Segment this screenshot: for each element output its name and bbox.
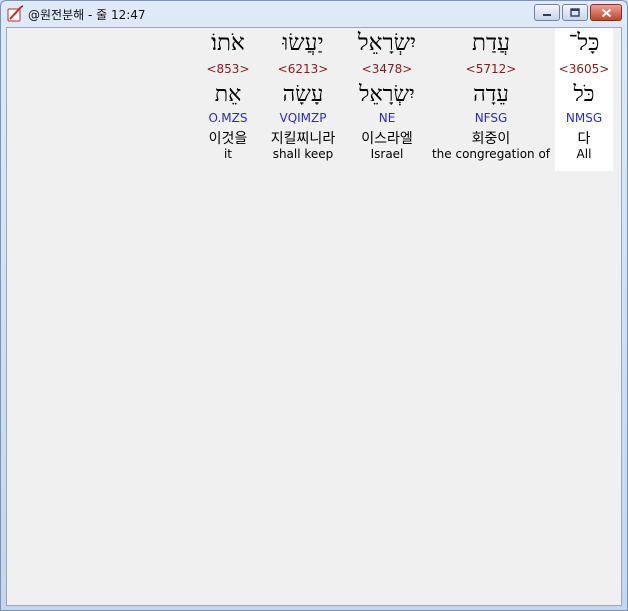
interlinear-view[interactable]: אֹתוֹ׃ <853> אֵת O.MZS 이것을 it יַעֲשׂוּ <… [6,27,622,606]
english-gloss: the congregation of [431,147,551,161]
parsing-code: O.MZS [208,111,248,125]
hebrew-word: כָּל־ [568,30,600,56]
english-gloss: shall keep [272,147,334,161]
word-column-0[interactable]: אֹתוֹ׃ <853> אֵת O.MZS 이것을 it [201,28,255,171]
close-button[interactable] [590,4,622,21]
hebrew-word: אֹתוֹ׃ [211,30,245,56]
hebrew-root: עָשָׂה [282,82,324,107]
word-column-2[interactable]: יִשְׂרָאֵל <3478> יִשְׂרָאֵל NE 이스라엘 Isr… [347,28,427,171]
minimize-button[interactable] [534,4,560,21]
word-column-1[interactable]: יַעֲשׂוּ <6213> עָשָׂה VQIMZP 지킬찌니라 shal… [261,28,345,171]
korean-gloss: 이스라엘 [361,131,413,147]
window-title: @원전분해 - 줄 12:47 [28,8,146,22]
word-column-4-selected[interactable]: כָּל־ <3605> כֹּל NMSG 다 All [555,28,613,171]
strong-number[interactable]: <6213> [261,62,345,76]
strong-number[interactable]: <3478> [347,62,427,76]
korean-gloss: 다 [577,131,591,147]
hebrew-word: יַעֲשׂוּ [282,30,324,56]
maximize-button[interactable] [562,4,588,21]
hebrew-root: עֵדָה [473,82,509,107]
minimize-icon [543,13,551,16]
close-icon [601,8,611,17]
hebrew-root: אֵת [214,82,242,107]
korean-gloss: 지킬찌니라 [270,131,336,147]
parsing-code: VQIMZP [279,111,327,125]
hebrew-root: יִשְׂרָאֵל [359,82,415,107]
pen-notebook-icon[interactable] [6,5,24,23]
app-window: @원전분해 - 줄 12:47 אֹתוֹ׃ <853> אֵת O.MZS 이… [0,0,628,611]
korean-gloss: 이것을 [208,131,248,147]
parsing-code: NE [378,111,396,125]
window-controls [532,4,622,22]
korean-gloss: 회중이 [471,131,511,147]
strong-number[interactable]: <3605> [555,62,613,76]
hebrew-root: כֹּל [573,82,595,107]
strong-number[interactable]: <5712> [431,62,551,76]
strong-number[interactable]: <853> [201,62,255,76]
parsing-code: NFSG [474,111,508,125]
title-bar[interactable]: @원전분해 - 줄 12:47 [1,1,627,27]
parsing-code: NMSG [565,111,603,125]
hebrew-word: עֲדַת [471,30,511,56]
word-column-3[interactable]: עֲדַת <5712> עֵדָה NFSG 회중이 the congrega… [431,28,551,171]
english-gloss: Israel [370,147,404,161]
maximize-icon [570,8,580,17]
english-gloss: it [223,147,233,161]
hebrew-word: יִשְׂרָאֵל [357,30,417,56]
english-gloss: All [576,147,592,161]
